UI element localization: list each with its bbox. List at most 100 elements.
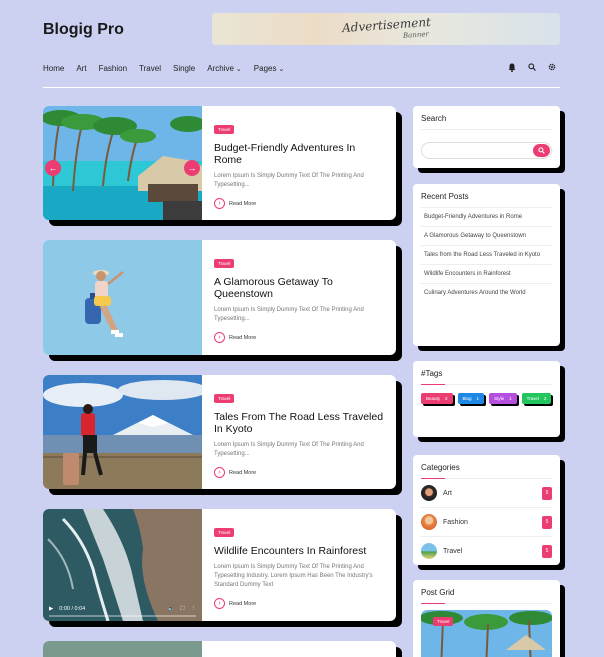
category-badge[interactable]: Travel <box>214 394 235 403</box>
post-card[interactable]: ← → Travel Budget-Friendly Adventures In… <box>43 106 396 220</box>
read-more-link[interactable]: › Read More <box>214 467 384 478</box>
search-icon[interactable] <box>533 144 550 157</box>
main-nav: Home Art Fashion Travel Single Archive ⌄… <box>43 64 284 73</box>
category-avatar <box>421 485 437 501</box>
category-label: Art <box>443 489 452 497</box>
category-item-fashion[interactable]: Fashion 5 <box>421 508 552 537</box>
tag-count: 2 <box>445 396 448 401</box>
post-card[interactable]: Travel Tales From The Road Less Traveled… <box>43 375 396 489</box>
nav-home[interactable]: Home <box>43 64 64 73</box>
category-count: 5 <box>542 515 552 529</box>
recent-post-link[interactable]: Wildlife Encounters in Rainforest <box>421 265 552 284</box>
post-excerpt: Lorem Ipsum Is Simply Dummy Text Of The … <box>214 564 373 588</box>
tag-label: Travel <box>526 396 539 401</box>
post-thumbnail[interactable] <box>43 240 202 355</box>
recent-posts-widget: Recent Posts Budget-Friendly Adventures … <box>413 184 560 346</box>
fullscreen-icon[interactable]: ⛶ <box>181 606 185 613</box>
video-progress-bar[interactable] <box>49 615 196 617</box>
tag-blog[interactable]: Blog 1 <box>457 393 485 404</box>
recent-post-link[interactable]: Budget-Friendly Adventures in Rome <box>421 208 552 227</box>
category-avatar <box>421 514 437 530</box>
nav-archive[interactable]: Archive ⌄ <box>207 64 242 73</box>
category-badge[interactable]: Travel <box>214 125 235 134</box>
read-more-label: Read More <box>229 334 257 341</box>
nav-pages-label: Pages <box>253 64 277 73</box>
recent-post-link[interactable]: A Glamorous Getaway to Queenstown <box>421 227 552 246</box>
post-card[interactable]: ▶ 0:00 / 0:04 🔈 ⛶ ⋮ Travel Wildlife Enco… <box>43 509 396 621</box>
arrow-right-icon: › <box>214 598 225 609</box>
post-thumbnail[interactable] <box>43 641 202 657</box>
read-more-label: Read More <box>229 600 257 607</box>
post-title[interactable]: Tales From The Road Less Traveled In Kyo… <box>214 411 384 435</box>
tag-count: 2 <box>543 396 547 401</box>
arrow-right-icon: › <box>214 198 225 209</box>
read-more-link[interactable]: › Read More <box>214 332 384 343</box>
header-divider <box>43 87 560 88</box>
post-excerpt: Lorem Ipsum Is Simply Dummy Text Of The … <box>214 307 364 322</box>
post-excerpt: Lorem Ipsum Is Simply Dummy Text Of The … <box>214 442 364 457</box>
advertisement-banner[interactable]: Advertisement Banner <box>212 13 560 45</box>
tag-travel[interactable]: Travel 2 <box>521 393 552 404</box>
category-badge[interactable]: Travel <box>214 259 235 268</box>
widget-title: Recent Posts <box>421 192 552 208</box>
category-count: 5 <box>542 544 552 558</box>
category-badge[interactable]: Travel <box>214 528 235 537</box>
post-grid-widget: Post Grid Travel <box>413 580 560 657</box>
tag-count: 1 <box>509 396 512 401</box>
video-controls: ▶ 0:00 / 0:04 🔈 ⛶ ⋮ <box>43 597 202 621</box>
read-more-link[interactable]: › Read More <box>214 198 384 209</box>
header-icons <box>508 63 556 74</box>
widget-title: Categories <box>421 463 552 479</box>
tag-style[interactable]: Style 1 <box>489 393 517 404</box>
widget-title: Post Grid <box>421 588 552 604</box>
tag-label: Beauty <box>426 396 441 401</box>
tag-beauty[interactable]: Beauty 2 <box>421 393 453 404</box>
widget-title: Search <box>421 114 552 130</box>
tag-label: Blog <box>462 396 472 401</box>
slider-next-arrow-icon[interactable]: → <box>184 160 200 176</box>
play-icon[interactable]: ▶ <box>49 606 53 612</box>
search-icon[interactable] <box>528 63 536 74</box>
nav-fashion[interactable]: Fashion <box>99 64 127 73</box>
tag-count: 1 <box>476 396 480 401</box>
more-options-icon[interactable]: ⋮ <box>191 606 197 612</box>
recent-post-link[interactable]: Culinary Adventures Around the World <box>421 284 552 302</box>
video-time: 0:00 / 0:04 <box>59 606 86 612</box>
post-title[interactable]: A Glamorous Getaway To Queenstown <box>214 276 384 300</box>
read-more-label: Read More <box>229 469 257 476</box>
category-label: Fashion <box>443 518 468 526</box>
nav-archive-label: Archive <box>207 64 234 73</box>
post-video[interactable]: ▶ 0:00 / 0:04 🔈 ⛶ ⋮ <box>43 509 202 621</box>
nav-pages[interactable]: Pages ⌄ <box>254 64 285 73</box>
nav-single[interactable]: Single <box>173 64 195 73</box>
bell-icon[interactable] <box>508 63 516 74</box>
category-item-art[interactable]: Art 5 <box>421 479 552 508</box>
post-card[interactable] <box>43 641 396 657</box>
post-grid-thumbnail[interactable]: Travel <box>421 610 552 657</box>
tags-widget: #Tags Beauty 2 Blog 1 Style 1 Travel 2 <box>413 361 560 437</box>
category-badge[interactable]: Travel <box>433 617 454 626</box>
recent-post-link[interactable]: Tales from the Road Less Traveled in Kyo… <box>421 246 552 265</box>
nav-travel[interactable]: Travel <box>139 64 161 73</box>
slider-prev-arrow-icon[interactable]: ← <box>45 160 61 176</box>
post-title[interactable]: Budget-Friendly Adventures In Rome <box>214 142 384 166</box>
category-item-travel[interactable]: Travel 5 <box>421 537 552 565</box>
site-logo[interactable]: Blogig Pro <box>43 21 124 39</box>
volume-icon[interactable]: 🔈 <box>168 606 175 612</box>
sidebar-search-input[interactable] <box>421 142 552 159</box>
post-title[interactable]: Wildlife Encounters In Rainforest <box>214 545 384 557</box>
category-count: 5 <box>542 486 552 500</box>
chevron-down-icon: ⌄ <box>278 65 285 73</box>
settings-icon[interactable] <box>548 63 556 74</box>
post-excerpt: Lorem Ipsum Is Simply Dummy Text Of The … <box>214 173 364 188</box>
search-widget: Search <box>413 106 560 168</box>
tag-label: Style <box>494 396 505 401</box>
read-more-link[interactable]: › Read More <box>214 598 384 609</box>
arrow-right-icon: › <box>214 467 225 478</box>
post-thumbnail[interactable]: ← → <box>43 106 202 220</box>
nav-art[interactable]: Art <box>76 64 86 73</box>
read-more-label: Read More <box>229 200 257 207</box>
post-card[interactable]: Travel A Glamorous Getaway To Queenstown… <box>43 240 396 355</box>
category-label: Travel <box>443 547 463 555</box>
post-thumbnail[interactable] <box>43 375 202 489</box>
